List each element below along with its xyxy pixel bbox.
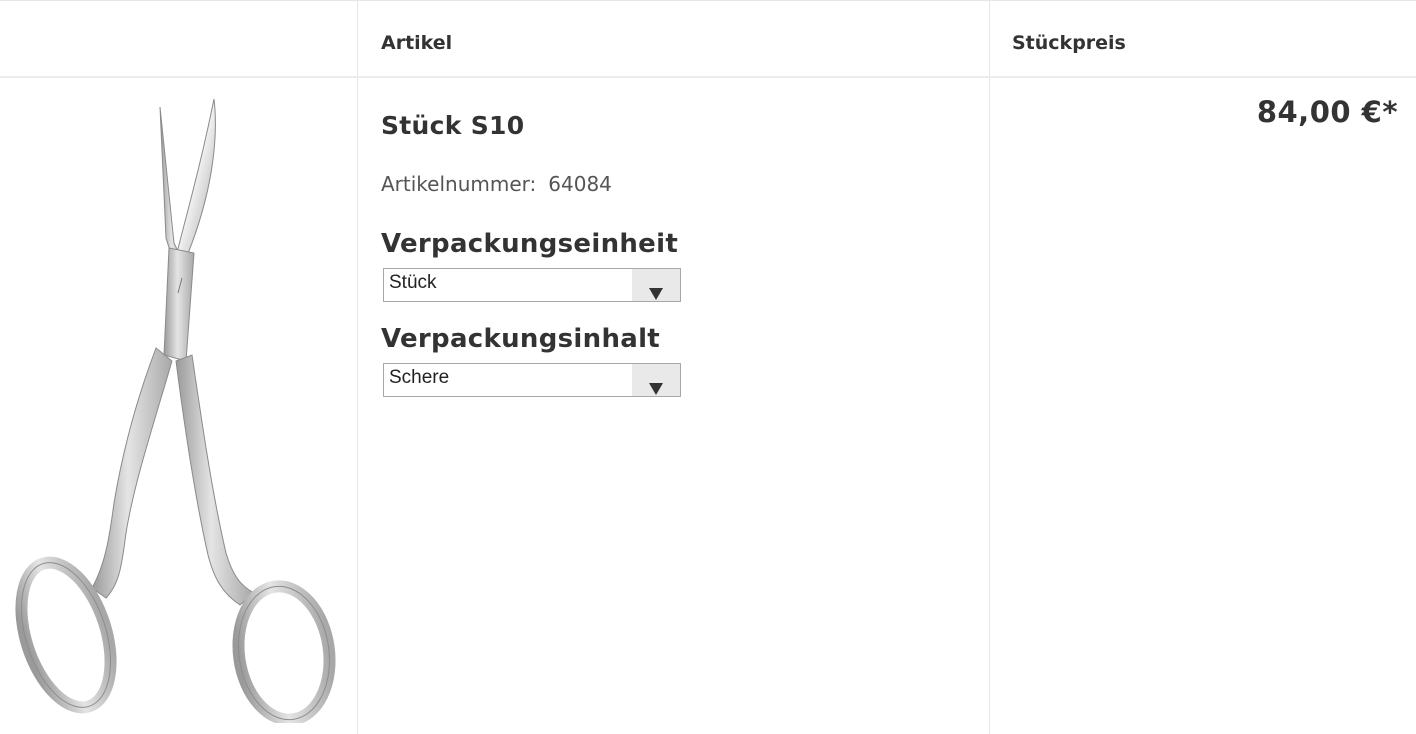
packaging-content-select[interactable]: Schere: [383, 363, 681, 397]
product-title[interactable]: Stück S10: [381, 111, 524, 140]
product-table: Artikel Stückpreis Stück S10 Artikelnumm…: [0, 0, 1416, 734]
article-number-value: 64084: [548, 172, 612, 196]
unit-price: 84,00 €*: [1256, 95, 1398, 129]
article-number-row: Artikelnummer: 64084: [381, 172, 612, 196]
packaging-content-label: Verpackungsinhalt: [381, 324, 661, 354]
packaging-content-value: Schere: [389, 367, 450, 388]
packaging-unit-label: Verpackungseinheit: [381, 229, 679, 259]
header-unit-price: Stückpreis: [1012, 32, 1126, 54]
article-number-label: Artikelnummer:: [381, 172, 537, 196]
chevron-down-icon: [649, 288, 663, 300]
product-image[interactable]: [14, 93, 344, 726]
dropdown-button[interactable]: [632, 269, 680, 301]
column-divider: [357, 1, 358, 734]
packaging-unit-select[interactable]: Stück: [383, 268, 681, 302]
dropdown-button[interactable]: [632, 364, 680, 396]
chevron-down-icon: [649, 383, 663, 395]
header-article: Artikel: [381, 32, 453, 54]
packaging-unit-value: Stück: [389, 272, 437, 293]
column-divider: [989, 1, 990, 734]
surgical-scissors-icon: [15, 98, 336, 726]
header-divider: [0, 76, 1416, 78]
